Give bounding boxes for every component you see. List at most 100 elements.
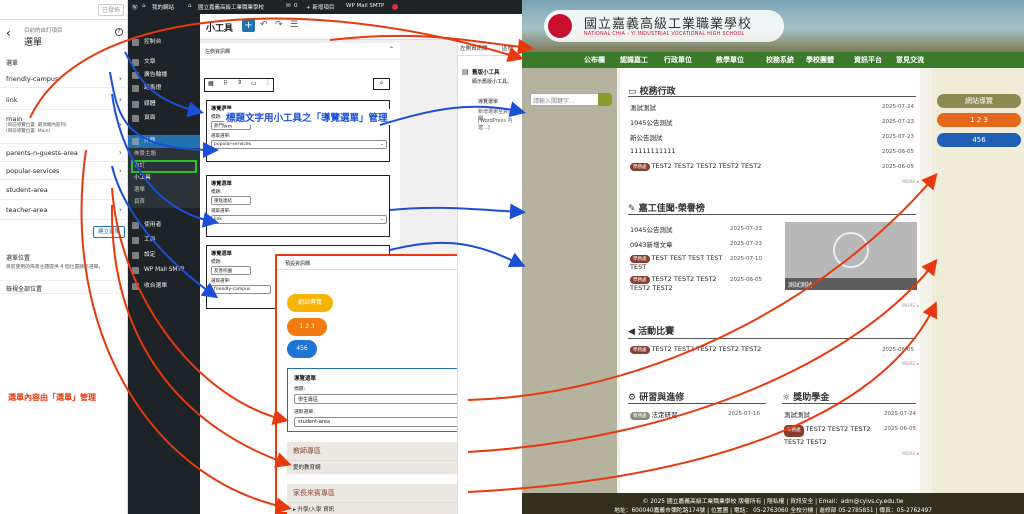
menu-item-popular-services[interactable]: popular-services › [0, 162, 128, 180]
nav-item[interactable]: 教學單位 [716, 55, 744, 65]
comment-icon[interactable]: ✉ [286, 3, 291, 9]
add-block-button[interactable]: + [242, 19, 255, 32]
tab-sidebar[interactable]: 左側資訊欄 [460, 44, 488, 52]
pill-456-site[interactable]: 456 [937, 133, 1021, 147]
menus-subheading: 選單 [6, 60, 19, 67]
calendar-icon[interactable]: ▦ [208, 80, 214, 87]
admin-menu-label: 跑馬燈 [144, 85, 162, 91]
admin-row[interactable]: 新公告測試 [630, 132, 663, 142]
create-menu-button[interactable]: 建立選單 [93, 226, 125, 238]
parents-area-block[interactable]: 家長來賓專區 ▸ 升學/入學 資訊 [287, 484, 483, 514]
widget-menu-select[interactable]: link ⌄ [211, 215, 387, 224]
help-icon[interactable]: ? [115, 28, 123, 36]
submenu-item[interactable]: 選單 [128, 184, 200, 196]
admin-bar-smtp[interactable]: WP Mail SMTP [346, 3, 384, 9]
menu-item-label: main [6, 115, 23, 123]
admin-menu-item[interactable]: 頁面 [128, 112, 200, 125]
nav-menu-widget-2[interactable]: 導覽選單 標題: 重點連結 選取選單: link ⌄ [206, 175, 390, 237]
tab-block[interactable]: 區塊 [502, 44, 513, 52]
align-icon[interactable]: ▭ [251, 80, 257, 87]
menu-item-friendly-campus[interactable]: friendly-campus › [0, 70, 128, 88]
site-title[interactable]: 國立嘉義高級工業職業學校 [584, 13, 752, 32]
teacher-area-block[interactable]: 教師專區 愛的教育網 [287, 442, 483, 474]
move-arrows-icon[interactable]: ⇕ [237, 79, 242, 86]
menu-item-teacher-area[interactable]: teacher-area › [0, 200, 128, 220]
honor-row[interactable]: 學務處 TEST TEST TEST TEST TEST [630, 254, 730, 271]
nav-item[interactable]: 認識嘉工 [620, 55, 648, 65]
admin-menu-item[interactable]: 控制台 [128, 36, 200, 49]
admin-row[interactable]: 1045公告測試 [630, 117, 673, 127]
admin-row[interactable]: 11111111111 [630, 147, 676, 155]
school-logo-icon[interactable] [546, 12, 574, 40]
pill-123-site[interactable]: 1 2 3 [937, 113, 1021, 127]
menu-item-link[interactable]: link › [0, 90, 128, 110]
honor-row[interactable]: 學務處 TEST2 TEST2 TEST2 TEST2 TEST2 [630, 275, 730, 292]
more-link[interactable]: MORE ▸ [902, 180, 919, 185]
pill-123[interactable]: 1 2 3 [287, 318, 327, 336]
admin-menu-item[interactable]: 媒體 [128, 98, 200, 111]
chevron-down-icon: ⌄ [380, 142, 384, 147]
nav-item[interactable]: 資訊平台 [854, 55, 882, 65]
wordpress-logo-icon[interactable]: Ⓦ [132, 3, 138, 11]
honor-image[interactable]: 測試測試 [785, 222, 917, 290]
honor-row[interactable]: 1045公告測試 [630, 224, 730, 234]
admin-menu-item[interactable]: 跑馬燈 [128, 82, 200, 95]
pill-guide[interactable]: 網站導覽 [287, 294, 333, 312]
menu-item-main[interactable]: main (目前導覽位置: 最頂端內容列) (目前導覽位置: Main) › [0, 112, 128, 144]
admin-menu-item[interactable]: 文章 [128, 56, 200, 69]
search-block-icon[interactable]: ⌕ [373, 78, 390, 90]
activity-row[interactable]: 學務處 TEST2 TEST2 TEST2 TEST2 TEST2 [630, 345, 761, 354]
admin-row[interactable]: 測試測試 [630, 102, 656, 112]
admin-menu-item[interactable]: WP Mail SMTP [128, 264, 200, 277]
menu-item-student-area[interactable]: student-area › [0, 180, 128, 200]
scholarship-row-1[interactable]: 測試測試 [784, 409, 810, 419]
nav-item[interactable]: 公布欄 [584, 55, 605, 65]
menu-item-parents[interactable]: parents-n-guests-area › [0, 144, 128, 162]
admin-menu-item[interactable]: 工具 [128, 234, 200, 247]
section-divider [628, 338, 916, 339]
nav-item[interactable]: 校務系統 [766, 55, 794, 65]
view-all-locations-button[interactable]: 檢視全部位置 › [0, 280, 128, 294]
admin-menu-item[interactable]: 收合選單 [128, 280, 200, 293]
admin-menu-item[interactable]: 使用者 [128, 219, 200, 232]
widget-title-input[interactable]: 學生專區 [294, 394, 478, 404]
drag-handle-icon[interactable]: ⠿ [223, 80, 227, 87]
redo-icon[interactable]: ↷ [275, 20, 283, 30]
admin-row[interactable]: 學務處 TEST2 TEST2 TEST2 TEST2 TEST2 [630, 162, 761, 171]
nav-item[interactable]: 意見交流 [896, 55, 924, 65]
more-link[interactable]: MORE ▸ [902, 452, 919, 457]
more-link[interactable]: MORE ▸ [902, 304, 919, 309]
scholarship-row-2[interactable]: 學務處 TEST2 TEST2 TEST2 TEST2 TEST2 [784, 424, 884, 447]
admin-menu-item[interactable]: 設定 [128, 249, 200, 262]
home-icon[interactable]: ⌂ [142, 3, 146, 9]
widget-title-input[interactable]: 友善校園 [211, 266, 251, 275]
honor-row[interactable]: 0943新增文章 [630, 239, 730, 249]
widget-title-input[interactable]: 重點連結 [211, 196, 251, 205]
admin-menu-item[interactable]: 廣告輪播 [128, 69, 200, 82]
widget-menu-select[interactable]: friendly-campus [211, 285, 271, 294]
widget-menu-select[interactable]: popular-services ⌄ [211, 140, 387, 149]
research-row[interactable]: 教務處 法定研習 [630, 409, 678, 420]
back-arrow-icon[interactable]: ‹ [6, 26, 11, 40]
admin-bar-site-name[interactable]: 國立嘉義高級工業職業學校 [198, 3, 264, 11]
nav-item[interactable]: 行政單位 [664, 55, 692, 65]
search-input[interactable]: 請輸入關鍵字... [530, 93, 600, 106]
widget-menu-select[interactable]: student-area⌄ [294, 417, 478, 427]
pill-456[interactable]: 456 [287, 340, 317, 358]
search-icon[interactable] [598, 93, 612, 106]
submenu-item[interactable]: 小工具 [128, 172, 200, 184]
submenu-item[interactable]: 佈景主題 [128, 148, 200, 160]
more-link[interactable]: MORE ▸ [902, 362, 919, 367]
admin-bar-site[interactable]: 我的網站 [152, 3, 174, 11]
more-options-icon[interactable]: ⋮ [265, 79, 271, 86]
undo-icon[interactable]: ↶ [260, 20, 268, 30]
guide-pill[interactable]: 網站導覽 [937, 94, 1021, 108]
submenu-item[interactable]: 頁首 [128, 196, 200, 208]
admin-bar-new[interactable]: + 新增項目 [306, 3, 334, 11]
sidebar-area-header[interactable]: 左側資訊欄 ⌃ [200, 43, 400, 58]
list-view-icon[interactable]: ☰ [290, 20, 298, 30]
nav-menu-widget-student[interactable]: 導覽選單 標題: 學生專區 選取選單: student-area⌄ [287, 368, 483, 432]
published-button[interactable]: 已發佈 [98, 4, 124, 16]
nav-item[interactable]: 學校團體 [806, 55, 834, 65]
admin-menu-item[interactable]: 外觀 [128, 135, 200, 148]
